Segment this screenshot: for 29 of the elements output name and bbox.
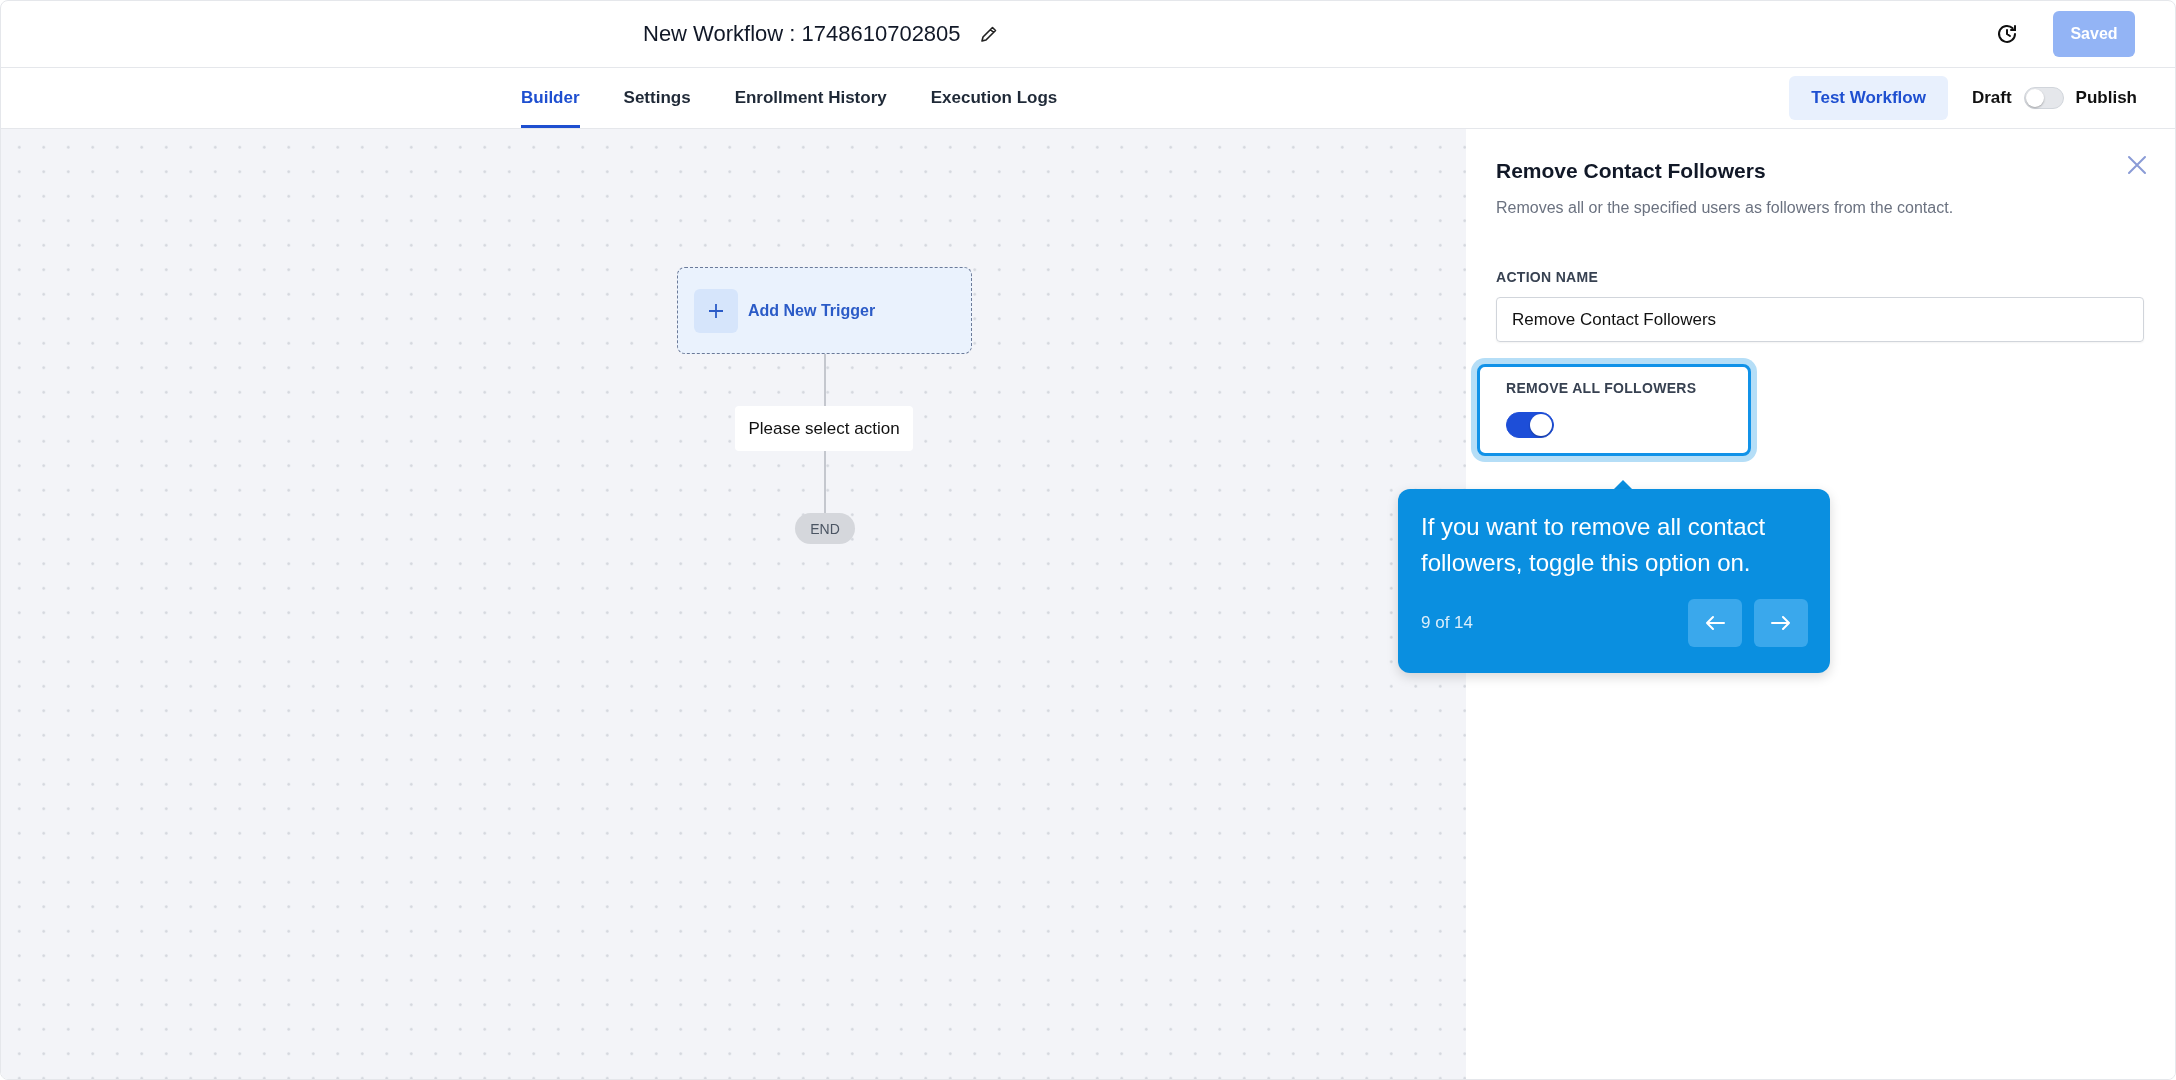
workflow-title: New Workflow : 1748610702805	[643, 21, 961, 47]
connector-line	[824, 354, 826, 406]
action-node[interactable]: Please select action	[735, 406, 913, 451]
next-button[interactable]	[1754, 599, 1808, 647]
trigger-label: Add New Trigger	[748, 301, 876, 320]
publish-label: Publish	[2075, 88, 2137, 108]
panel-title: Remove Contact Followers	[1496, 159, 1766, 183]
field-label: REMOVE ALL FOLLOWERS	[1506, 380, 1698, 396]
pencil-icon[interactable]	[978, 24, 999, 44]
connector-line	[824, 451, 826, 513]
tooltip-text: If you want to remove all contact followers, toggle this option on.	[1421, 512, 1767, 578]
plus-icon	[708, 302, 724, 319]
tab[interactable]: Settings	[623, 68, 691, 128]
left-arrow-icon	[1705, 615, 1725, 631]
add-trigger-node[interactable]: Add New Trigger	[677, 267, 972, 354]
draft-label: Draft	[1971, 88, 2012, 108]
step-counter: 9 of 14	[1421, 613, 1474, 633]
end-node: END	[795, 513, 855, 544]
history-icon[interactable]	[1995, 22, 2019, 46]
panel-description: Removes all or the specified users as followers from the contact.	[1496, 199, 1955, 217]
field-label: ACTION NAME	[1496, 269, 1600, 285]
toggle-switch[interactable]	[1506, 412, 1554, 438]
tab[interactable]: Enrollment History	[734, 68, 887, 128]
action-name-field[interactable]: Remove Contact Followers	[1496, 297, 2144, 342]
right-arrow-icon	[1771, 615, 1791, 631]
close-icon[interactable]	[2127, 155, 2147, 175]
previous-button[interactable]	[1688, 599, 1742, 647]
tab[interactable]: Execution Logs	[930, 68, 1058, 128]
test-workflow-button[interactable]: Test Workflow	[1789, 76, 1948, 120]
